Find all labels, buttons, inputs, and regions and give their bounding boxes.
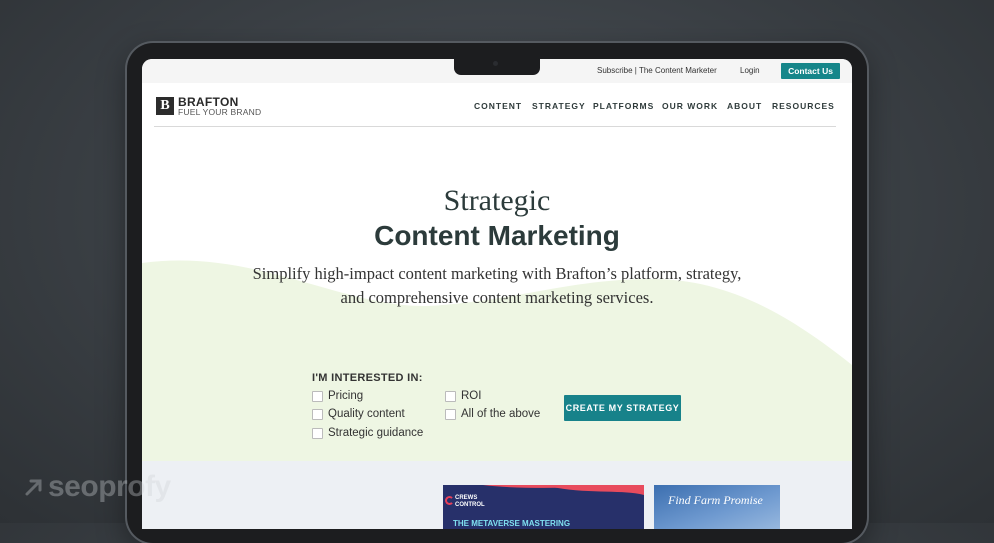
nav-item-about[interactable]: ABOUT xyxy=(727,101,762,111)
crews-control-logo-line1: CREWS xyxy=(455,495,478,501)
contact-us-button[interactable]: Contact Us xyxy=(781,63,840,79)
crews-control-logo: CREWS CONTROL xyxy=(455,495,485,509)
option-roi[interactable]: ROI xyxy=(445,390,481,402)
case-study-card-crews-control[interactable]: CREWS CONTROL THE METAVERSE MASTERING xyxy=(443,485,644,529)
all-of-the-above-checkbox[interactable] xyxy=(445,408,456,420)
interest-heading: I'M INTERESTED IN: xyxy=(312,372,423,384)
pricing-checkbox[interactable] xyxy=(312,390,323,402)
hero-title-line2: Content Marketing xyxy=(374,220,620,251)
option-pricing[interactable]: Pricing xyxy=(312,390,363,402)
option-quality-content-label: Quality content xyxy=(328,408,405,420)
option-all-of-the-above-label: All of the above xyxy=(461,408,541,420)
hero-subtitle-line1: Simplify high-impact content marketing w… xyxy=(252,264,742,283)
seoprofy-watermark: seoprofy xyxy=(24,470,171,504)
brafton-logo-icon[interactable]: B xyxy=(156,97,174,115)
create-my-strategy-button[interactable]: CREATE MY STRATEGY xyxy=(564,395,681,421)
option-quality-content[interactable]: Quality content xyxy=(312,408,405,420)
arrow-icon xyxy=(25,479,42,496)
option-pricing-label: Pricing xyxy=(328,390,364,402)
login-link[interactable]: Login xyxy=(740,66,760,75)
case-study-card-farm-promise[interactable]: Find Farm Promise xyxy=(654,485,780,529)
hero-subtitle-line2: and comprehensive content marketing serv… xyxy=(340,288,654,307)
nav-item-platforms[interactable]: PLATFORMS xyxy=(593,101,654,111)
option-strategic-guidance-label: Strategic guidance xyxy=(328,427,424,439)
option-all-of-the-above[interactable]: All of the above xyxy=(445,408,540,420)
brand-tagline: FUEL YOUR BRAND xyxy=(178,107,262,117)
roi-checkbox[interactable] xyxy=(445,390,456,402)
nav-item-our-work[interactable]: OUR WORK xyxy=(662,101,718,111)
hero-title-line1: Strategic xyxy=(443,184,551,217)
crews-control-logo-icon xyxy=(445,496,454,505)
crews-control-logo-line2: CONTROL xyxy=(455,502,485,508)
option-roi-label: ROI xyxy=(461,390,482,402)
subscribe-link[interactable]: Subscribe | The Content Marketer xyxy=(597,66,717,75)
strategic-guidance-checkbox[interactable] xyxy=(312,427,323,439)
camera-icon xyxy=(493,61,498,66)
quality-content-checkbox[interactable] xyxy=(312,408,323,420)
camera-notch xyxy=(454,59,540,75)
watermark-text: seoprofy xyxy=(48,470,171,503)
nav-item-strategy[interactable]: STRATEGY xyxy=(532,101,586,111)
nav-item-content[interactable]: CONTENT xyxy=(474,101,522,111)
nav-item-resources[interactable]: RESOURCES xyxy=(772,101,835,111)
card1-title: THE METAVERSE MASTERING xyxy=(453,519,571,528)
option-strategic-guidance[interactable]: Strategic guidance xyxy=(312,427,423,439)
card2-title: Find Farm Promise xyxy=(668,493,763,507)
browser-screen: Subscribe | The Content Marketer Login C… xyxy=(142,59,852,529)
hero-subtitle: Simplify high-impact content marketing w… xyxy=(202,262,792,310)
